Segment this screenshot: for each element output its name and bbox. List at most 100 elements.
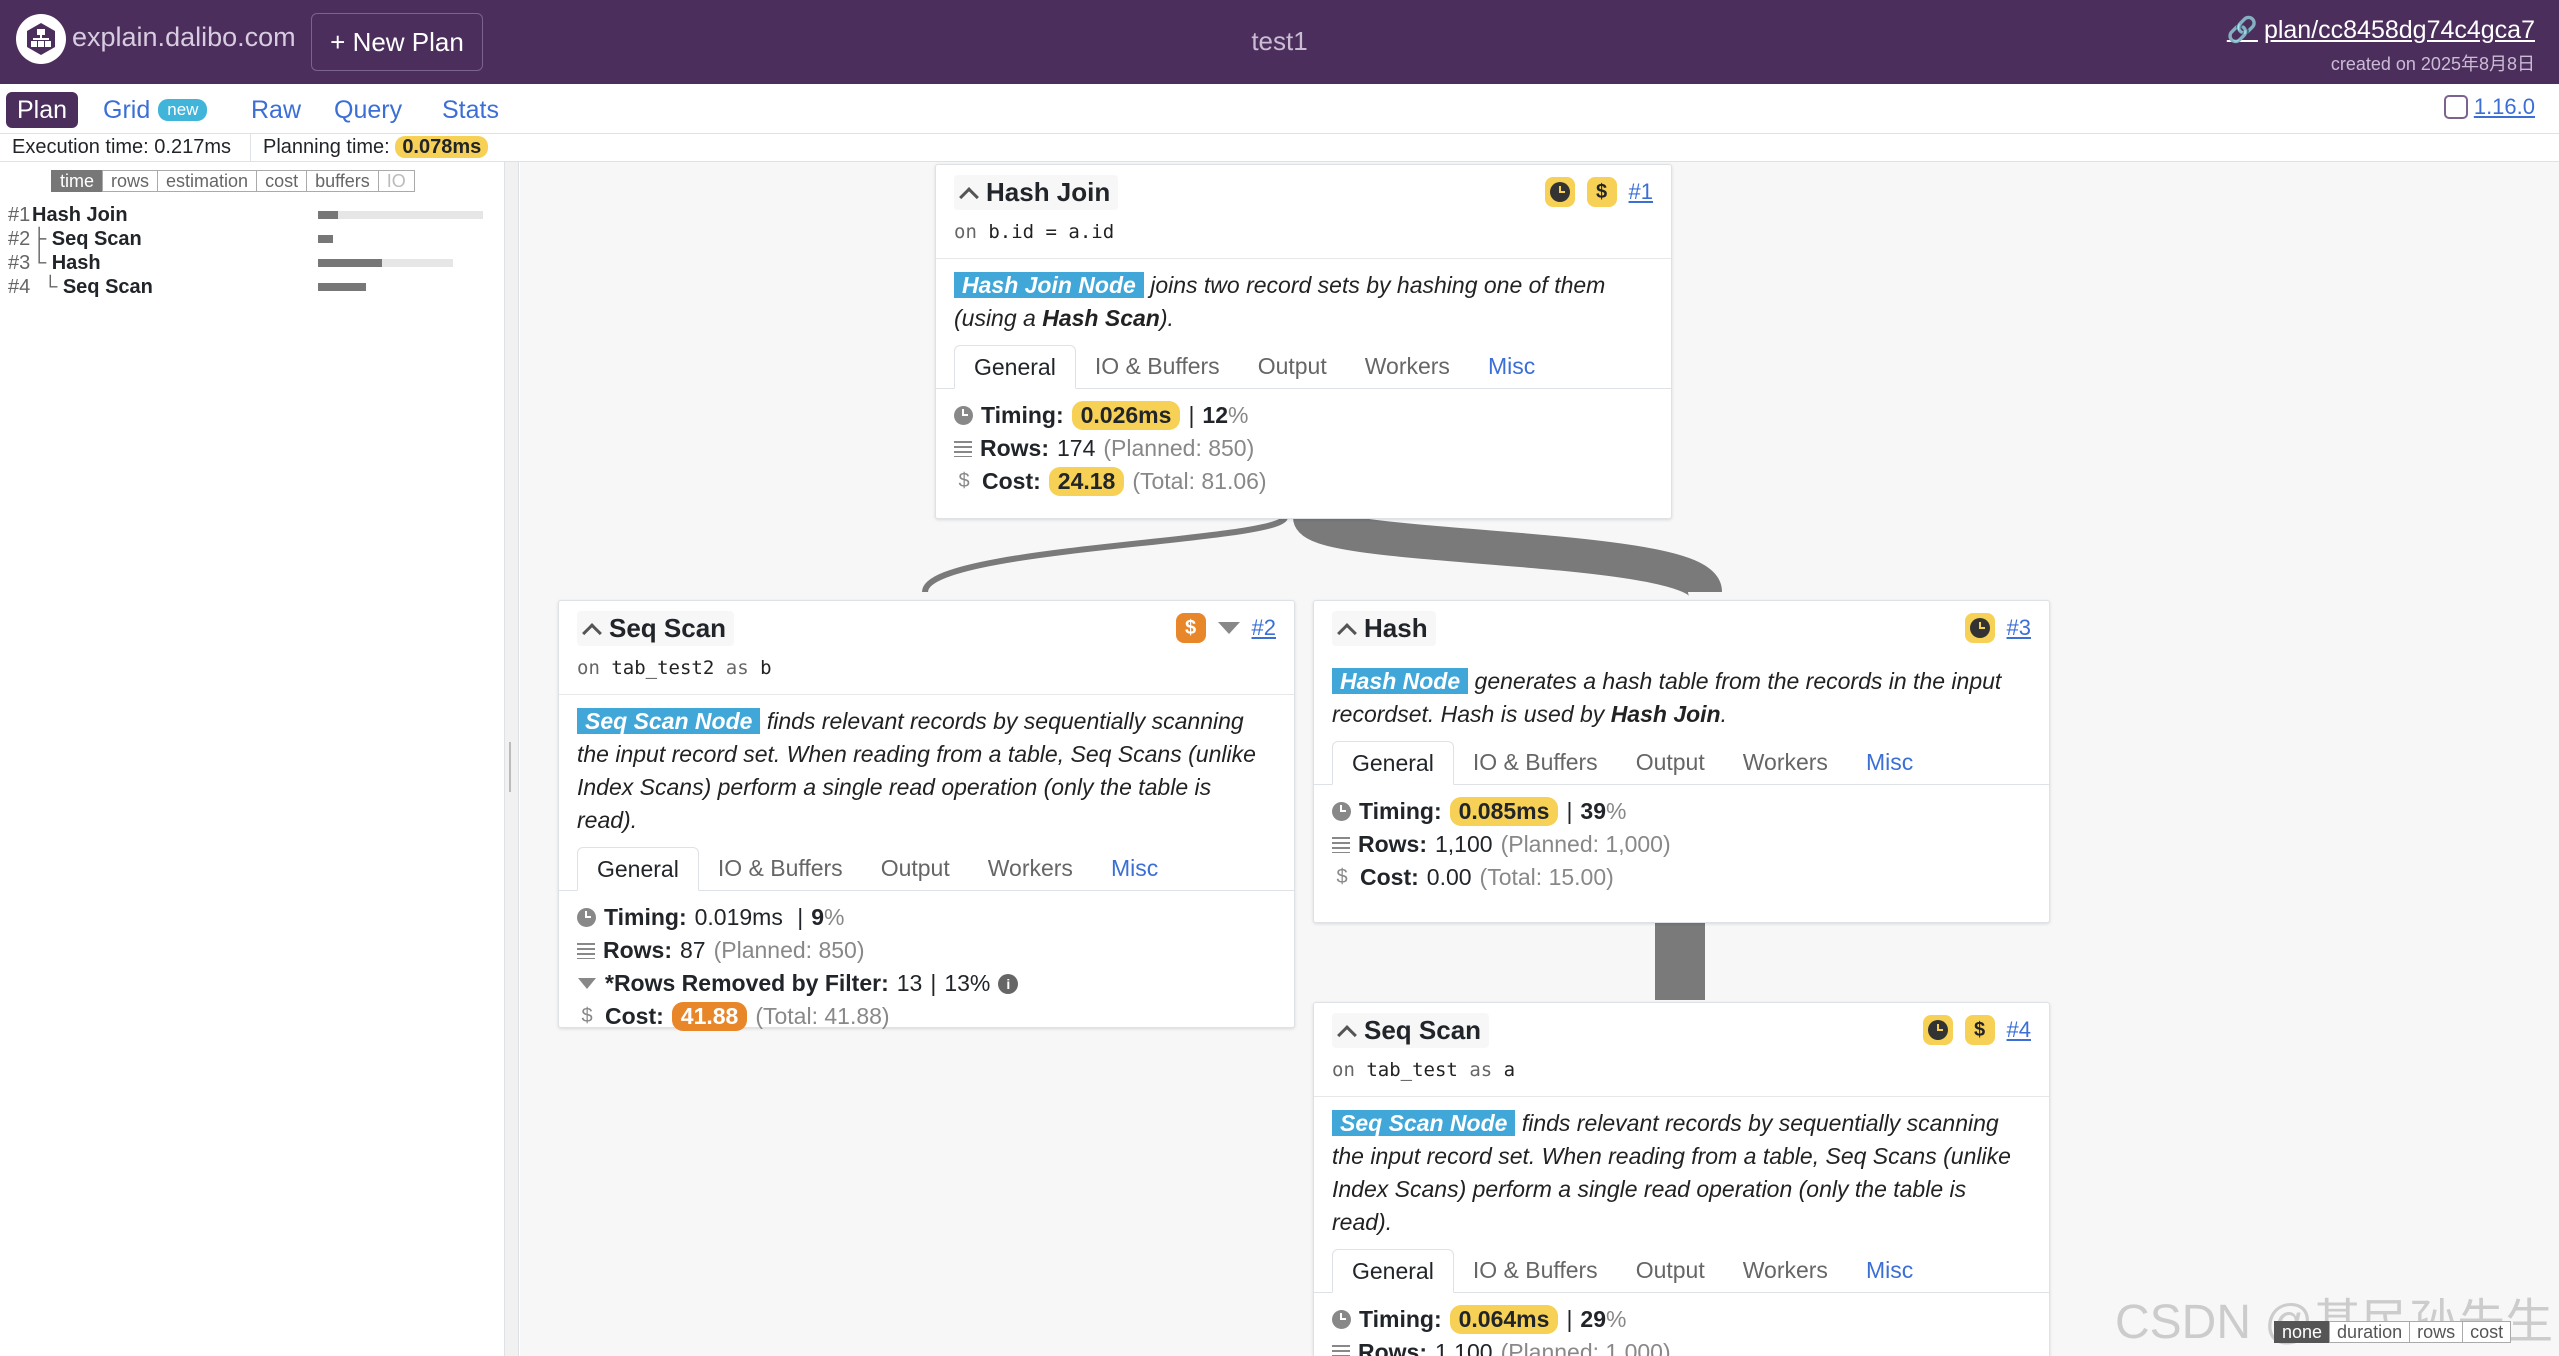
node-title[interactable]: Hash: [1332, 611, 1436, 646]
tab-misc[interactable]: Misc: [1847, 1249, 1932, 1293]
timing-percent: 9%: [811, 904, 845, 930]
metric-time[interactable]: time: [51, 170, 104, 192]
metric-buffers[interactable]: buffers: [306, 170, 379, 192]
tab-plan[interactable]: Plan: [6, 92, 79, 128]
cost-total: (Total: 81.06): [1132, 468, 1267, 494]
rows-planned: (Planned: 850): [713, 937, 865, 963]
tab-general[interactable]: General: [954, 345, 1076, 389]
rows-label: Rows:: [1358, 1339, 1427, 1356]
rows-icon: [1332, 1344, 1350, 1356]
tree-bar: [318, 211, 338, 219]
node-title[interactable]: Seq Scan: [1332, 1013, 1490, 1048]
cost-row: $ Cost: 24.18 (Total: 81.06): [954, 465, 1653, 498]
tab-misc[interactable]: Misc: [1092, 847, 1177, 891]
metric-io[interactable]: IO: [377, 170, 415, 192]
edge-1-2: [922, 515, 1288, 593]
plan-node-hash[interactable]: Hash #3 Hash Node generates a hash table…: [1313, 600, 2050, 923]
tab-query[interactable]: Query: [323, 92, 413, 128]
node-description: Hash Node generates a hash table from th…: [1314, 663, 2049, 731]
info-icon[interactable]: i: [998, 973, 1019, 994]
plan-permalink[interactable]: 🔗 plan/cc8458dg74c4gca7: [2227, 16, 2535, 45]
legend-cost[interactable]: cost: [2462, 1321, 2512, 1343]
cost-total: (Total: 41.88): [755, 1003, 890, 1029]
tab-io-buffers[interactable]: IO & Buffers: [699, 847, 862, 891]
tree-node-name: Hash Join: [32, 204, 128, 226]
top-bar: explain.dalibo.com + New Plan test1 🔗 pl…: [0, 0, 2559, 84]
node-id-link[interactable]: #3: [2007, 615, 2031, 641]
version-text[interactable]: 1.16.0: [2474, 94, 2535, 120]
node-badges: $ #1: [1544, 177, 1653, 207]
collapse-icon[interactable]: [582, 622, 602, 643]
node-id-link[interactable]: #1: [1629, 179, 1653, 205]
clock-icon: [954, 406, 973, 425]
legend-none[interactable]: none: [2274, 1321, 2331, 1343]
tab-workers[interactable]: Workers: [1724, 1249, 1847, 1293]
cost-value: 0.00: [1426, 864, 1472, 890]
filter-row: *Rows Removed by Filter: 13 | 13% i: [577, 967, 1276, 1000]
panel-splitter[interactable]: [505, 162, 519, 1356]
node-stats: Timing: 0.085ms | 39% Rows: 1,100 (Plann…: [1314, 785, 2049, 894]
tab-misc[interactable]: Misc: [1469, 345, 1554, 389]
cost-row: $ Cost: 41.88 (Total: 41.88): [577, 1000, 1276, 1033]
legend-duration[interactable]: duration: [2329, 1321, 2411, 1343]
planning-time-value: 0.078ms: [395, 136, 489, 158]
execution-time: Execution time: 0.217ms: [12, 136, 231, 159]
node-badges: $ #2: [1175, 613, 1276, 643]
splitter-grip-icon[interactable]: [509, 742, 513, 792]
tab-workers[interactable]: Workers: [969, 847, 1092, 891]
node-title[interactable]: Hash Join: [954, 175, 1119, 210]
legend-rows[interactable]: rows: [2409, 1321, 2464, 1343]
plan-link-text[interactable]: plan/cc8458dg74c4gca7: [2264, 16, 2535, 45]
filter-icon: [578, 978, 596, 989]
tab-general[interactable]: General: [1332, 1249, 1454, 1293]
collapse-icon[interactable]: [1337, 1024, 1357, 1045]
plan-node-hash-join[interactable]: Hash Join on b.id = a.id $ #1 Hash Join …: [935, 164, 1672, 519]
metric-rows[interactable]: rows: [102, 170, 159, 192]
tab-stats[interactable]: Stats: [431, 92, 510, 128]
version-link[interactable]: 1.16.0: [2443, 94, 2535, 120]
join-condition: b.id = a.id: [988, 221, 1115, 243]
tab-raw[interactable]: Raw: [240, 92, 312, 128]
plan-canvas[interactable]: Hash Join on b.id = a.id $ #1 Hash Join …: [520, 162, 2559, 1356]
dollar-icon: $: [1175, 613, 1206, 643]
edge-1-3: [1293, 506, 1722, 599]
tree-row[interactable]: #3└ Hash: [8, 252, 488, 276]
tree-row[interactable]: #4 └ Seq Scan: [8, 276, 488, 300]
node-title[interactable]: Seq Scan: [577, 611, 735, 646]
node-id-link[interactable]: #4: [2007, 1017, 2031, 1043]
tab-grid[interactable]: Grid new: [92, 92, 218, 128]
tree-row[interactable]: #2├ Seq Scan: [8, 228, 488, 252]
dalibo-logo-icon[interactable]: [16, 14, 66, 64]
collapse-icon[interactable]: [1337, 622, 1357, 643]
tab-output[interactable]: Output: [1617, 741, 1724, 785]
tab-output[interactable]: Output: [1617, 1249, 1724, 1293]
metric-cost[interactable]: cost: [256, 170, 308, 192]
node-badges: $ #4: [1922, 1015, 2031, 1045]
tab-general[interactable]: General: [1332, 741, 1454, 785]
timing-value: 0.085ms: [1449, 797, 1559, 826]
node-description: Hash Join Node joins two record sets by …: [936, 259, 1671, 335]
tab-io-buffers[interactable]: IO & Buffers: [1454, 741, 1617, 785]
collapse-icon[interactable]: [959, 186, 979, 207]
tab-io-buffers[interactable]: IO & Buffers: [1454, 1249, 1617, 1293]
tab-misc[interactable]: Misc: [1847, 741, 1932, 785]
new-plan-button[interactable]: + New Plan: [311, 13, 483, 71]
dollar-icon: $: [958, 470, 970, 492]
tree-row[interactable]: #1Hash Join: [8, 204, 488, 228]
plan-node-seq-scan-b[interactable]: Seq Scan on tab_test2 as b $ #2 Seq Scan…: [558, 600, 1295, 1031]
plan-node-seq-scan-a[interactable]: Seq Scan on tab_test as a $ #4 Seq Scan …: [1313, 1002, 2050, 1356]
keyword-as: as: [1469, 1059, 1493, 1081]
tab-workers[interactable]: Workers: [1724, 741, 1847, 785]
rows-value: 174: [1057, 435, 1096, 461]
tab-workers[interactable]: Workers: [1346, 345, 1469, 389]
tab-output[interactable]: Output: [862, 847, 969, 891]
rows-row: Rows: 87 (Planned: 850): [577, 934, 1276, 967]
metric-estimation[interactable]: estimation: [157, 170, 258, 192]
tab-output[interactable]: Output: [1239, 345, 1346, 389]
node-tabs: General IO & Buffers Output Workers Misc: [936, 345, 1671, 389]
brand-name[interactable]: explain.dalibo.com: [72, 22, 296, 53]
execution-time-label: Execution time:: [12, 136, 149, 158]
tab-io-buffers[interactable]: IO & Buffers: [1076, 345, 1239, 389]
tab-general[interactable]: General: [577, 847, 699, 891]
node-id-link[interactable]: #2: [1252, 615, 1276, 641]
